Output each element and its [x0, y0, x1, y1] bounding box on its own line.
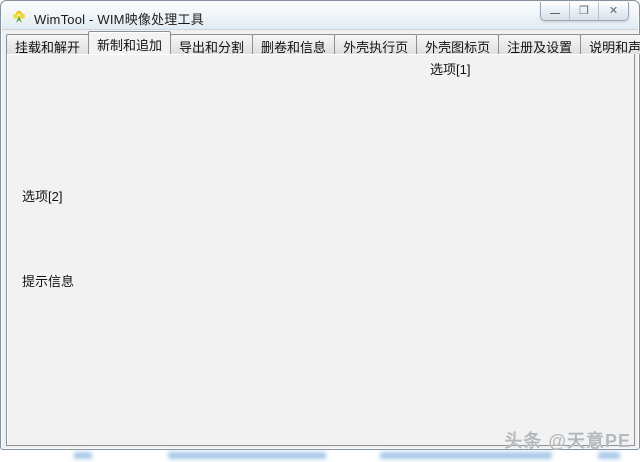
app-icon — [11, 8, 27, 24]
wimtool-window: WimTool - WIM映像处理工具 — ❐ ✕ 挂载和解开 新制和追加 导出… — [0, 0, 640, 450]
info-title: 提示信息 — [19, 271, 77, 290]
window-controls: — ❐ ✕ — [540, 2, 629, 21]
maximize-icon: ❐ — [579, 6, 589, 17]
maximize-button[interactable]: ❐ — [570, 2, 599, 21]
titlebar: WimTool - WIM映像处理工具 — ❐ ✕ — [2, 2, 638, 30]
tab-about[interactable]: 说明和声明 — [580, 34, 640, 54]
tab-bar: 挂载和解开 新制和追加 导出和分割 删卷和信息 外壳执行页 外壳图标页 注册及设… — [6, 32, 640, 54]
tab-export-split[interactable]: 导出和分割 — [170, 34, 253, 54]
close-button[interactable]: ✕ — [599, 2, 628, 21]
options1-title: 选项[1] — [427, 59, 473, 78]
censored-text-blur — [74, 452, 92, 459]
minimize-icon: — — [550, 9, 560, 19]
censored-text-blur — [598, 452, 620, 459]
tab-content-panel — [6, 53, 635, 446]
tab-register-settings[interactable]: 注册及设置 — [498, 34, 581, 54]
window-title: WimTool - WIM映像处理工具 — [34, 9, 204, 28]
watermark-text: 头条 @天意PE — [504, 427, 631, 453]
censored-text-blur — [380, 452, 552, 459]
tab-delete-info[interactable]: 删卷和信息 — [252, 34, 335, 54]
tab-shell-icon[interactable]: 外壳图标页 — [416, 34, 499, 54]
screen: WimTool - WIM映像处理工具 — ❐ ✕ 挂载和解开 新制和追加 导出… — [0, 0, 640, 462]
options2-title: 选项[2] — [19, 186, 65, 205]
censored-text-blur — [168, 452, 326, 459]
close-icon: ✕ — [609, 6, 618, 17]
tab-shell-exec[interactable]: 外壳执行页 — [334, 34, 417, 54]
minimize-button[interactable]: — — [541, 2, 570, 21]
tab-create-append[interactable]: 新制和追加 — [88, 31, 171, 54]
tab-mount-unmount[interactable]: 挂载和解开 — [6, 34, 89, 54]
